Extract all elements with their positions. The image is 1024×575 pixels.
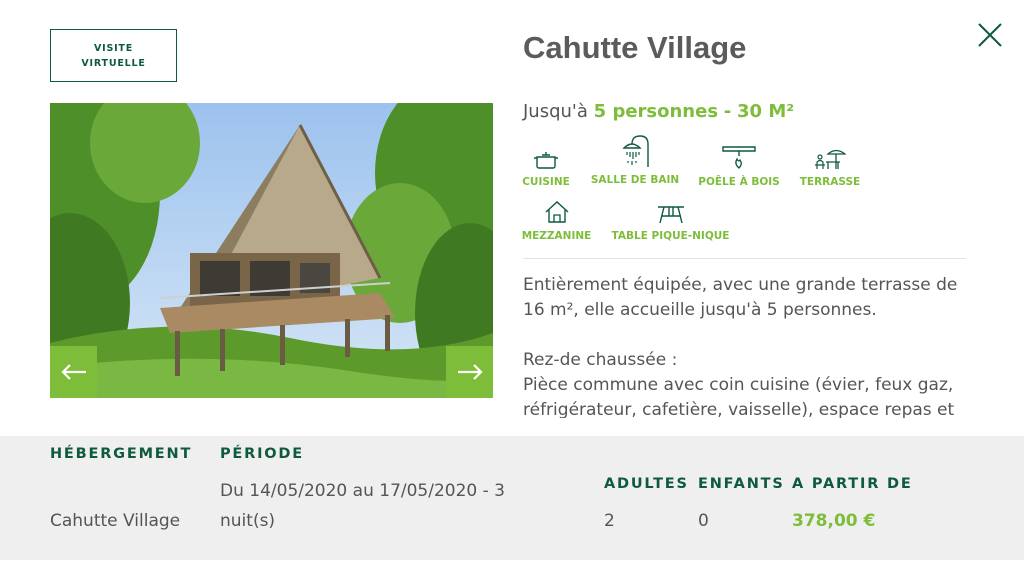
children-header: ENFANTS bbox=[698, 476, 785, 492]
arrow-left-icon bbox=[60, 364, 86, 380]
capacity-persons: 5 personnes bbox=[593, 101, 719, 122]
description-paragraph: Pièce commune avec coin cuisine (évier, … bbox=[523, 375, 955, 418]
gallery-prev-button[interactable] bbox=[50, 346, 97, 398]
booking-summary-bar: HÉBERGEMENT PÉRIODE ADULTES ENFANTS A PA… bbox=[0, 436, 1024, 560]
divider bbox=[523, 258, 966, 259]
cabin-photo bbox=[50, 103, 493, 398]
arrow-right-icon bbox=[457, 364, 483, 380]
photo-gallery bbox=[50, 103, 493, 398]
period-value-line2: nuit(s) bbox=[220, 511, 276, 531]
cooking-pot-icon bbox=[534, 152, 558, 169]
amenity-label: POÊLE À BOIS bbox=[698, 176, 780, 188]
close-icon bbox=[978, 23, 1002, 47]
amenity-salle-de-bain: SALLE DE BAIN bbox=[590, 135, 680, 186]
shower-icon bbox=[622, 135, 649, 167]
picnic-table-icon bbox=[657, 206, 684, 224]
accommodation-header: HÉBERGEMENT bbox=[50, 446, 193, 462]
amenity-label: TERRASSE bbox=[799, 176, 861, 188]
amenity-mezzanine: MEZZANINE bbox=[521, 194, 592, 242]
accommodation-value: Cahutte Village bbox=[50, 511, 181, 531]
capacity-prefix: Jusqu'à bbox=[523, 101, 588, 122]
adults-header: ADULTES bbox=[604, 476, 689, 492]
amenity-table-pique-nique: TABLE PIQUE-NIQUE bbox=[611, 194, 730, 242]
amenity-label: SALLE DE BAIN bbox=[590, 174, 680, 186]
house-icon bbox=[545, 201, 568, 223]
price-value: 378,00 € bbox=[792, 511, 876, 531]
description-section-title: Rez-de chaussée : bbox=[523, 350, 678, 370]
description: Entièrement équipée, avec une grande ter… bbox=[523, 273, 966, 418]
close-button[interactable] bbox=[976, 21, 1004, 49]
wood-stove-icon bbox=[722, 146, 756, 169]
capacity-separator: - bbox=[723, 101, 732, 122]
gallery-next-button[interactable] bbox=[446, 346, 493, 398]
period-value-line1: Du 14/05/2020 au 17/05/2020 - 3 bbox=[220, 481, 505, 501]
amenity-label: CUISINE bbox=[522, 176, 570, 188]
page-title: Cahutte Village bbox=[523, 30, 747, 65]
amenity-label: MEZZANINE bbox=[521, 230, 592, 242]
adults-value: 2 bbox=[604, 511, 615, 531]
capacity-info: Jusqu'à 5 personnes - 30 M² bbox=[523, 101, 794, 122]
period-header: PÉRIODE bbox=[220, 446, 304, 462]
amenity-terrasse: TERRASSE bbox=[799, 140, 861, 188]
price-header: A PARTIR DE bbox=[792, 476, 913, 492]
virtual-tour-button[interactable]: VISITE VIRTUELLE bbox=[50, 29, 177, 82]
amenity-cuisine: CUISINE bbox=[522, 140, 570, 188]
amenity-label: TABLE PIQUE-NIQUE bbox=[611, 230, 730, 242]
capacity-surface: 30 M² bbox=[737, 101, 795, 122]
amenity-poele-a-bois: POÊLE À BOIS bbox=[698, 140, 780, 188]
children-value: 0 bbox=[698, 511, 709, 531]
terrace-icon bbox=[815, 149, 846, 169]
description-paragraph: Entièrement équipée, avec une grande ter… bbox=[523, 275, 958, 320]
